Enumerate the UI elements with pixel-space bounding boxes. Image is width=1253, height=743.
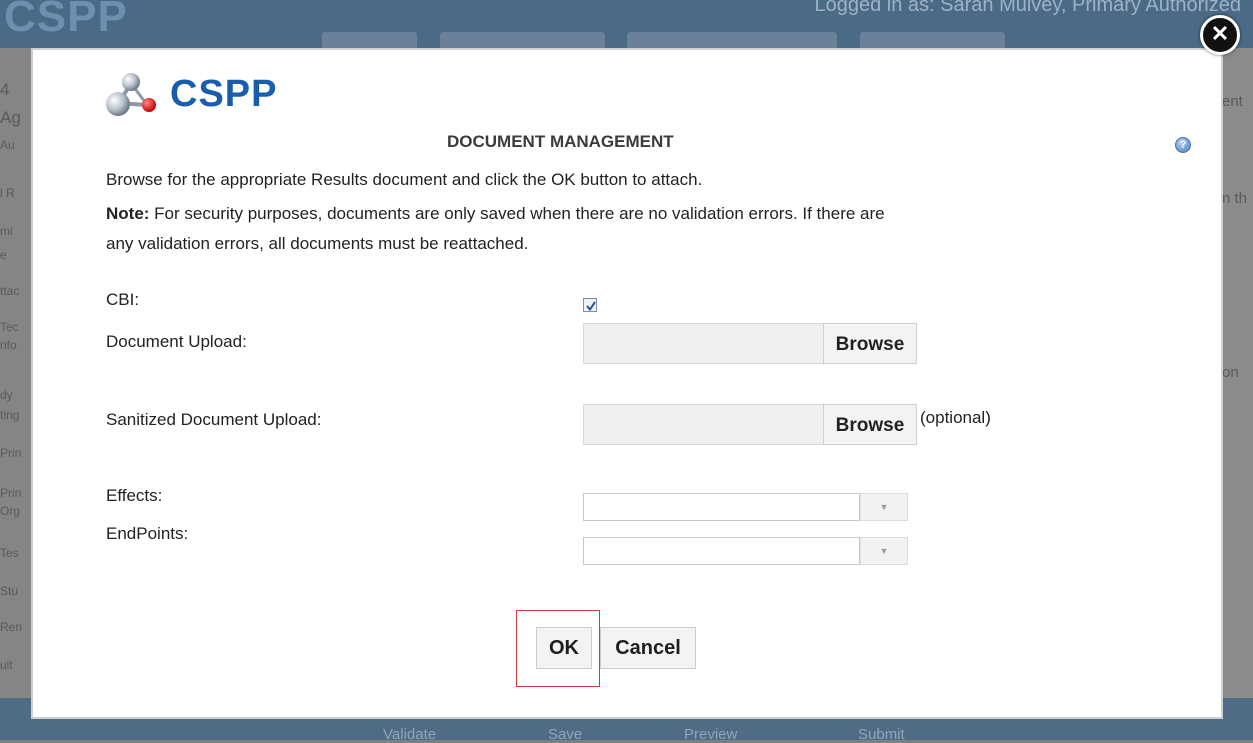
document-upload-input[interactable] (583, 323, 824, 364)
effects-select[interactable] (583, 493, 860, 521)
note-text: Note: For security purposes, documents a… (106, 204, 885, 224)
instructions-text: Browse for the appropriate Results docum… (106, 170, 703, 189)
bg-side-text: Tes (0, 546, 19, 560)
cbi-checkbox[interactable] (583, 298, 597, 312)
dialog-title: DOCUMENT MANAGEMENT (447, 132, 674, 151)
bg-side-text: Stu (0, 584, 19, 598)
bg-logo: CSPP (4, 0, 128, 41)
bg-side-text: ult (0, 658, 13, 672)
bg-right-text: on (1222, 364, 1239, 381)
effects-label: Effects: (106, 486, 163, 505)
bg-submit-button: Submit (858, 726, 905, 743)
sanitized-upload-input[interactable] (583, 404, 824, 445)
document-browse-button[interactable]: Browse (823, 323, 917, 364)
bg-side-text: Org (0, 504, 21, 518)
bg-side-text: 4 (0, 80, 10, 99)
bg-side-text: mi (0, 224, 13, 238)
chevron-down-icon: ▼ (879, 502, 889, 512)
note-line-2: any validation errors, all documents mus… (106, 234, 529, 253)
bg-right-text: n th (1222, 190, 1248, 207)
bg-nav-tab (860, 32, 1005, 48)
chevron-down-icon: ▼ (879, 546, 889, 556)
bg-login-status: Logged in as: Sarah Mulvey, Primary Auth… (814, 0, 1241, 16)
bg-preview-button: Preview (684, 726, 738, 743)
bg-side-text: Ag (0, 108, 21, 127)
bg-validate-button: Validate (383, 726, 437, 743)
optional-label: (optional) (920, 408, 991, 427)
bg-header: CSPP Logged in as: Sarah Mulvey, Primary… (0, 0, 1253, 48)
bg-side-text: Au (0, 138, 15, 152)
bg-side-text: l R (0, 186, 15, 200)
close-icon[interactable]: ✕ (1200, 15, 1240, 55)
bg-side-text: e (0, 248, 7, 262)
note-label: Note: (106, 204, 150, 223)
bg-save-button: Save (548, 726, 583, 743)
sanitized-upload-label: Sanitized Document Upload: (106, 410, 322, 429)
molecule-icon (106, 73, 156, 116)
bg-side-text: Prin (0, 486, 22, 500)
bg-nav-tab (627, 32, 837, 48)
bg-side-text: Prin (0, 446, 22, 460)
sanitized-browse-button[interactable]: Browse (823, 404, 917, 445)
bg-side-text: dy (0, 388, 13, 402)
cancel-button[interactable]: Cancel (600, 627, 696, 669)
logo-text: CSPP (170, 73, 278, 115)
document-upload-label: Document Upload: (106, 332, 247, 351)
bg-side-text: Tec (0, 320, 19, 334)
endpoints-select[interactable] (583, 537, 860, 565)
endpoints-dropdown-button[interactable]: ▼ (860, 537, 908, 565)
bg-nav-tab (322, 32, 417, 48)
bg-side-text: ttac (0, 284, 20, 298)
effects-dropdown-button[interactable]: ▼ (860, 493, 908, 521)
checkmark-icon (586, 301, 596, 312)
cbi-label: CBI: (106, 290, 140, 309)
ok-button[interactable]: OK (536, 627, 592, 669)
bg-nav-tab (440, 32, 605, 48)
cspp-logo: CSPP (103, 71, 276, 121)
bg-side-text: nfo (0, 338, 17, 352)
bg-side-text: ting (0, 408, 20, 422)
bg-right-text: ent (1222, 93, 1243, 110)
endpoints-label: EndPoints: (106, 524, 189, 543)
note-line-1: For security purposes, documents are onl… (149, 204, 885, 223)
bg-side-text: Ren (0, 620, 23, 634)
help-icon[interactable]: ? (1175, 137, 1191, 153)
